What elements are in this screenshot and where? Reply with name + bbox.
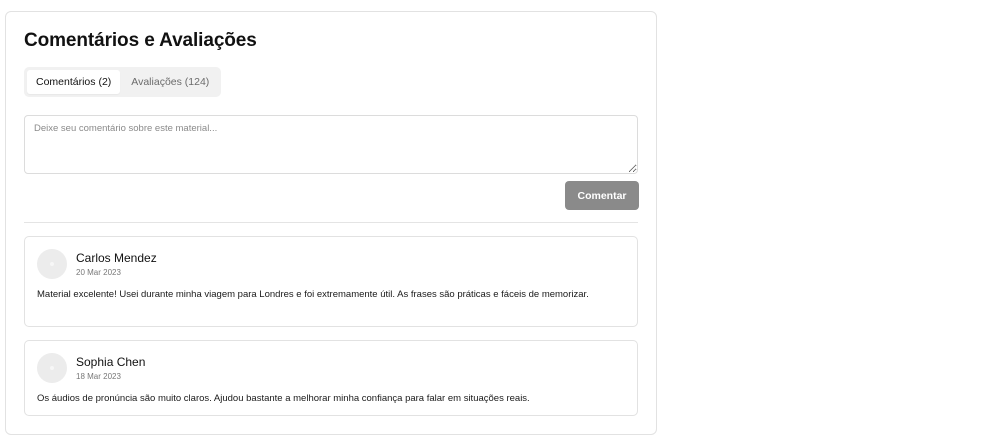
- comment-item: Carlos Mendez 20 Mar 2023 Material excel…: [24, 236, 638, 327]
- tab-list: Comentários (2) Avaliações (124): [24, 67, 222, 97]
- comment-input[interactable]: [24, 115, 638, 174]
- comment-text: Material excelente! Usei durante minha v…: [37, 289, 589, 300]
- comment-item: Sophia Chen 18 Mar 2023 Os áudios de pro…: [24, 340, 638, 416]
- comments-section-card: Comentários e Avaliações Comentários (2)…: [5, 11, 657, 435]
- section-title: Comentários e Avaliações: [24, 30, 257, 51]
- comment-text: Os áudios de pronúncia são muito claros.…: [37, 393, 530, 404]
- user-avatar-icon: [37, 249, 67, 279]
- comment-author: Sophia Chen: [76, 355, 146, 369]
- comment-date: 18 Mar 2023: [76, 372, 121, 381]
- section-divider: [24, 222, 638, 223]
- tab-reviews[interactable]: Avaliações (124): [122, 70, 218, 94]
- comment-date: 20 Mar 2023: [76, 268, 121, 277]
- tab-comments[interactable]: Comentários (2): [27, 70, 121, 94]
- user-avatar-icon: [37, 353, 67, 383]
- comment-author: Carlos Mendez: [76, 251, 157, 265]
- submit-comment-button[interactable]: Comentar: [565, 181, 639, 210]
